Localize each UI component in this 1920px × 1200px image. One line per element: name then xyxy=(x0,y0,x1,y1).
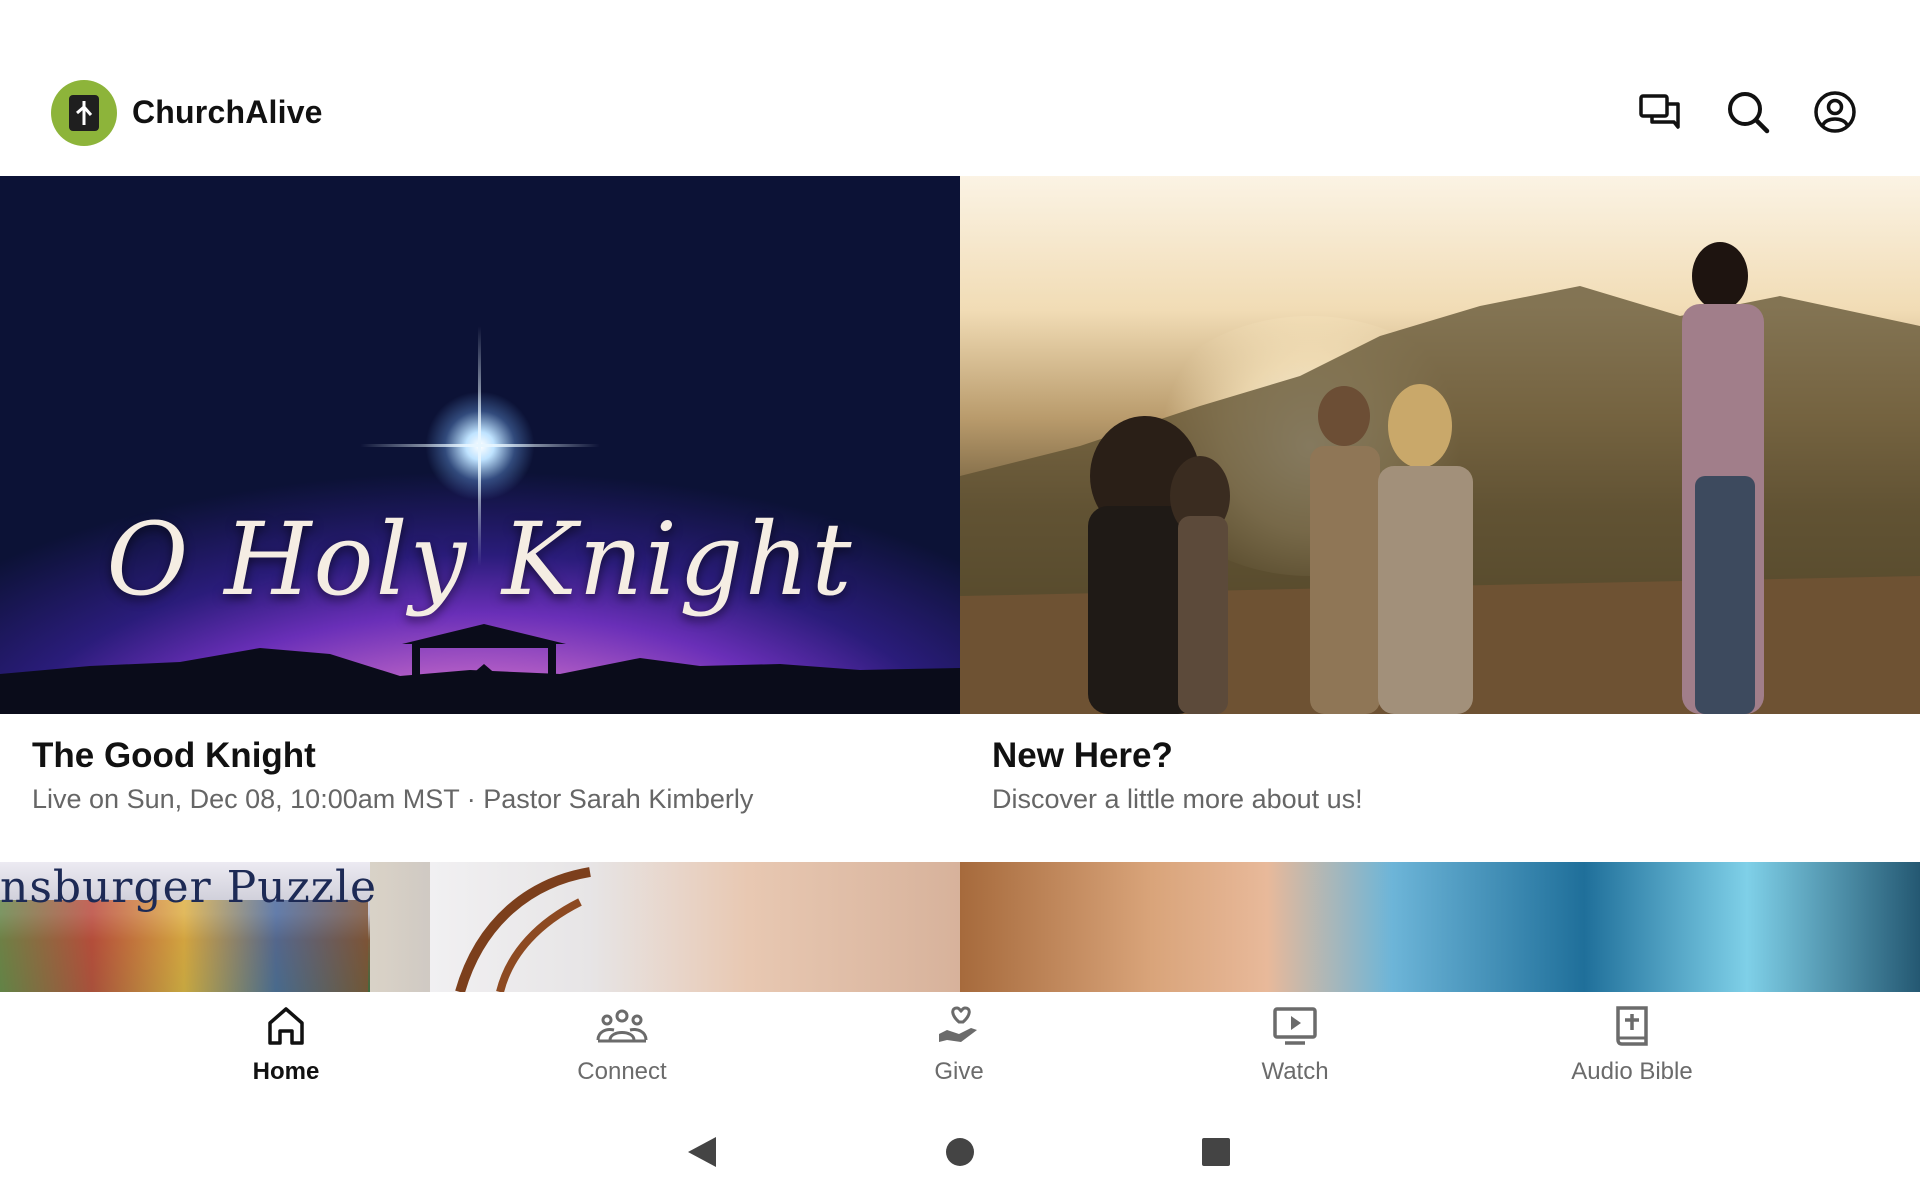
puzzle-box-text: nsburger Puzzle xyxy=(0,862,378,913)
nativity-silhouette xyxy=(0,624,960,714)
system-navigation-bar xyxy=(0,1102,1920,1200)
search-icon[interactable] xyxy=(1724,88,1772,136)
sermon-artwork-text: O Holy Knight xyxy=(106,501,854,618)
give-hand-heart-icon xyxy=(933,1000,985,1052)
play-screen-icon xyxy=(1269,1000,1321,1052)
nav-home[interactable]: Home xyxy=(186,1000,386,1100)
bottom-navigation: Home Connect Give Watch Audio Bible xyxy=(0,992,1920,1102)
card-title: The Good Knight xyxy=(32,736,316,775)
logo-mark-icon xyxy=(69,95,99,131)
people-silhouette xyxy=(960,242,1920,714)
home-icon xyxy=(260,1000,312,1052)
recents-icon[interactable] xyxy=(1196,1132,1236,1172)
sermon-image: O Holy Knight xyxy=(0,176,960,714)
back-icon[interactable] xyxy=(682,1132,722,1172)
nav-audio-bible[interactable]: Audio Bible xyxy=(1532,1000,1732,1100)
sermon-card[interactable]: O Holy Knight The Good Knight Live on Su… xyxy=(0,176,960,862)
nav-label: Connect xyxy=(577,1058,667,1085)
account-icon[interactable] xyxy=(1811,88,1859,136)
home-circle-icon[interactable] xyxy=(940,1132,980,1172)
church-logo[interactable] xyxy=(51,80,117,146)
card-subtitle: Discover a little more about us! xyxy=(992,784,1363,814)
nav-label: Audio Bible xyxy=(1571,1058,1693,1085)
nav-watch[interactable]: Watch xyxy=(1195,1000,1395,1100)
group-icon xyxy=(596,1000,648,1052)
bible-icon xyxy=(1606,1000,1658,1052)
app-header: ChurchAlive xyxy=(0,0,1920,176)
card-title: New Here? xyxy=(992,736,1173,775)
app-title: ChurchAlive xyxy=(132,94,323,130)
card-subtitle: Live on Sun, Dec 08, 10:00am MST · Pasto… xyxy=(32,784,754,814)
nav-connect[interactable]: Connect xyxy=(522,1000,722,1100)
new-here-image xyxy=(960,176,1920,714)
peek-card-puzzle[interactable]: nsburger Puzzle xyxy=(0,862,960,992)
nav-label: Watch xyxy=(1261,1058,1329,1085)
nav-give[interactable]: Give xyxy=(859,1000,1059,1100)
nav-label: Give xyxy=(934,1058,984,1085)
chat-icon[interactable] xyxy=(1636,88,1684,136)
new-here-card[interactable]: New Here? Discover a little more about u… xyxy=(960,176,1920,862)
nav-label: Home xyxy=(252,1058,320,1085)
peek-card-people[interactable] xyxy=(960,862,1920,992)
